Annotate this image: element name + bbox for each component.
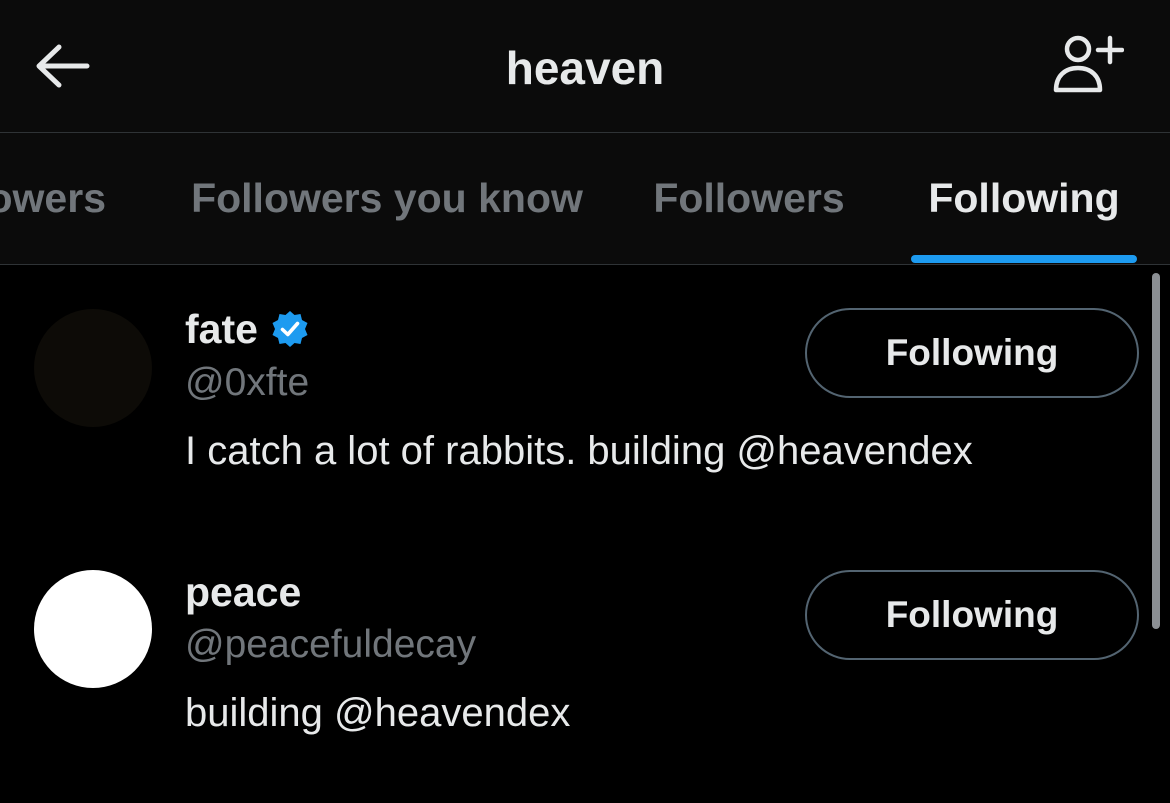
user-bio: building @heavendex [185, 691, 571, 735]
tab-label: Following [928, 175, 1120, 221]
person-plus-icon [1052, 32, 1125, 101]
user-name: peace [185, 568, 302, 615]
top-bar: heaven [0, 0, 1170, 133]
tab-following[interactable]: Following [911, 133, 1137, 264]
tab-bar: owers Followers you know Followers Follo… [0, 133, 1170, 265]
tab-label: Followers you know [191, 175, 583, 221]
avatar[interactable] [34, 570, 152, 688]
arrow-left-icon [33, 43, 91, 94]
avatar[interactable] [34, 309, 152, 427]
tab-label: owers [0, 175, 106, 221]
user-cell[interactable]: fate @0xfte I catch a lot of rabbits. bu… [0, 265, 1150, 527]
verified-badge-icon [270, 309, 310, 349]
add-user-button[interactable] [1046, 28, 1130, 104]
back-button[interactable] [24, 30, 100, 106]
user-cell[interactable]: peace @peacefuldecay building @heavendex… [0, 527, 1150, 803]
user-handle: @peacefuldecay [185, 623, 477, 666]
user-name-line: fate [185, 301, 310, 357]
scrollbar[interactable] [1152, 273, 1160, 629]
user-name: fate [185, 305, 258, 352]
tab-followers[interactable]: Followers [648, 133, 850, 264]
user-handle: @0xfte [185, 361, 310, 404]
user-name-line: peace [185, 564, 301, 620]
active-tab-indicator [911, 255, 1137, 263]
tab-followers-you-know[interactable]: Followers you know [180, 133, 594, 264]
user-list: fate @0xfte I catch a lot of rabbits. bu… [0, 265, 1170, 803]
page-title: heaven [505, 42, 665, 94]
following-button[interactable]: Following [805, 308, 1139, 398]
following-button[interactable]: Following [805, 570, 1139, 660]
user-bio: I catch a lot of rabbits. building @heav… [185, 429, 973, 473]
tab-verified-followers[interactable]: owers [0, 133, 106, 264]
tab-label: Followers [653, 175, 845, 221]
